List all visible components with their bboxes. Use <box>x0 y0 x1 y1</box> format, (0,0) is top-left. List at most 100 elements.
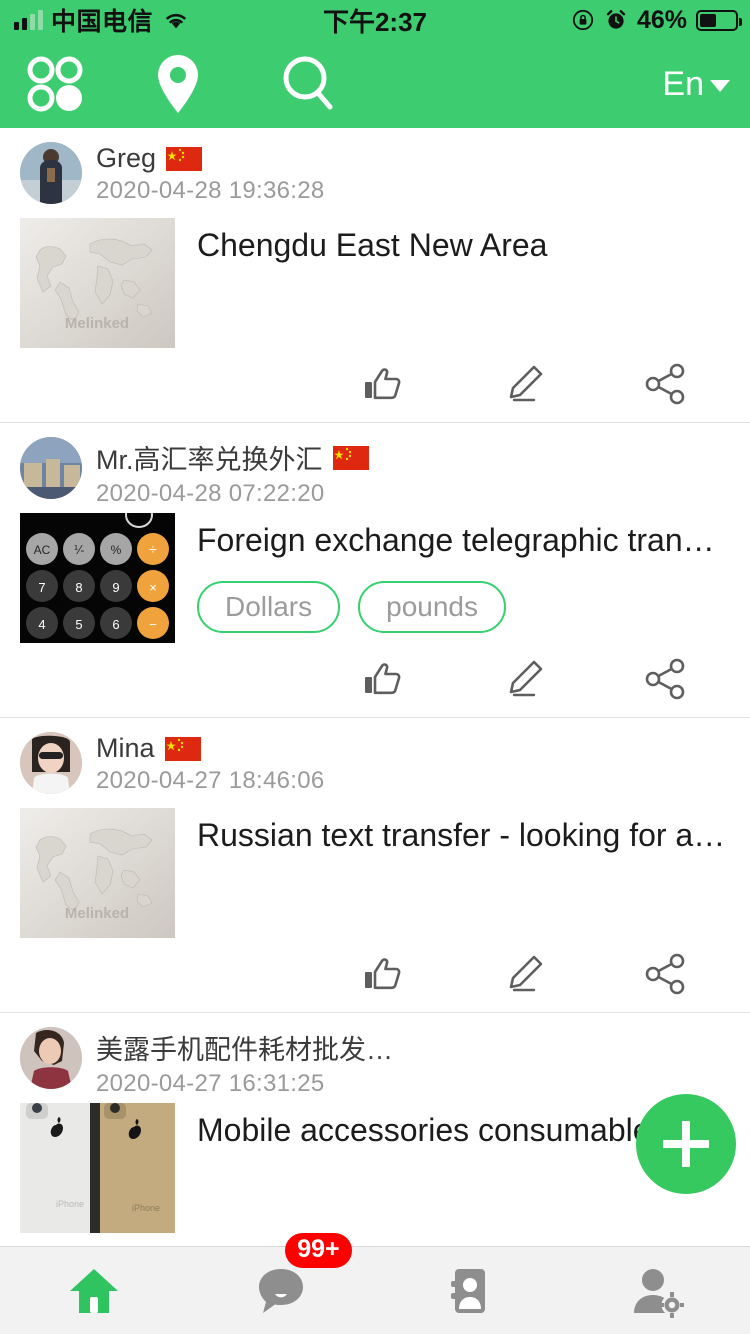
post-author-block: Greg 2020-04-28 19:36:28 <box>96 142 325 205</box>
tab-profile[interactable] <box>563 1247 750 1334</box>
post-title[interactable]: Chengdu East New Area <box>197 226 730 264</box>
share-button[interactable] <box>644 657 688 701</box>
svg-text:4: 4 <box>38 617 45 632</box>
china-flag-icon <box>164 736 201 761</box>
chat-bubble-icon <box>259 1268 304 1313</box>
edit-button[interactable] <box>502 362 546 406</box>
post-actions <box>20 657 730 701</box>
language-label: En <box>662 64 704 103</box>
avatar[interactable] <box>20 732 82 794</box>
post-tag[interactable]: Dollars <box>197 581 341 634</box>
user-settings-icon <box>634 1268 685 1318</box>
post-author-block: Mr.高汇率兑换外汇 2020-04-28 07:22:20 <box>96 437 369 508</box>
author-name: 美露手机配件耗材批发… <box>96 1035 393 1065</box>
edit-button[interactable] <box>502 952 546 996</box>
avatar[interactable] <box>20 142 82 204</box>
messages-badge: 99+ <box>285 1233 352 1268</box>
svg-text:AC: AC <box>34 543 51 557</box>
svg-text:9: 9 <box>112 580 119 595</box>
china-flag-icon <box>166 146 203 171</box>
thumbnail-caption: Melinked <box>65 905 129 922</box>
post-timestamp: 2020-04-28 19:36:28 <box>96 177 325 204</box>
author-name-row: 美露手机配件耗材批发… <box>96 1028 393 1067</box>
like-button[interactable] <box>360 657 404 701</box>
post-header: Mina 2020-04-27 18:46:06 <box>20 732 730 798</box>
post-actions <box>20 362 730 406</box>
share-button[interactable] <box>644 362 688 406</box>
battery-percent-label: 46% <box>636 5 687 34</box>
svg-text:%: % <box>111 543 122 557</box>
status-bar: 中国电信 下午2:37 46% <box>0 0 750 40</box>
svg-text:÷: ÷ <box>149 541 157 557</box>
post-tag[interactable]: pounds <box>358 581 507 634</box>
post-header: Mr.高汇率兑换外汇 2020-04-28 07:22:20 <box>20 437 730 507</box>
svg-text:7: 7 <box>38 580 45 595</box>
battery-icon <box>696 9 742 31</box>
post-thumbnail[interactable]: Melinked <box>20 218 175 348</box>
tab-home[interactable] <box>0 1247 188 1334</box>
china-flag-icon <box>332 445 369 470</box>
plus-icon <box>663 1121 709 1167</box>
author-name: Mr.高汇率兑换外汇 <box>96 445 323 475</box>
author-name: Mina <box>96 733 155 763</box>
thumbnail-caption: Melinked <box>65 315 129 332</box>
post-body: Melinked Russian text transfer - looking… <box>20 808 730 938</box>
post-timestamp: 2020-04-27 16:31:25 <box>96 1070 325 1097</box>
svg-text:8: 8 <box>75 580 82 595</box>
like-button[interactable] <box>360 362 404 406</box>
contact-card-icon <box>450 1268 485 1313</box>
feed-post[interactable]: Mr.高汇率兑换外汇 2020-04-28 07:22:20 AC ⅟- % ÷… <box>0 423 750 718</box>
post-feed-list[interactable]: Greg 2020-04-28 19:36:28 Melinked Chengd… <box>0 128 750 1246</box>
share-button[interactable] <box>644 952 688 996</box>
alarm-icon <box>606 10 626 29</box>
post-header: 美露手机配件耗材批发… 2020-04-27 16:31:25 <box>20 1027 730 1097</box>
post-thumbnail[interactable]: Melinked <box>20 808 175 938</box>
rotation-lock-icon <box>572 9 594 31</box>
home-icon <box>69 1268 118 1313</box>
post-header: Greg 2020-04-28 19:36:28 <box>20 142 730 208</box>
tab-messages[interactable]: 99+ <box>188 1233 376 1334</box>
post-main: Chengdu East New Area <box>197 218 730 348</box>
post-body: AC ⅟- % ÷ 7 8 9 × 4 5 6 − Foreign exchan… <box>20 513 730 643</box>
feed-post[interactable]: Mina 2020-04-27 18:46:06 Melinked Russia… <box>0 718 750 1013</box>
svg-text:5: 5 <box>75 617 82 632</box>
author-name: Greg <box>96 143 157 173</box>
tab-contacts[interactable] <box>375 1247 563 1334</box>
post-author-block: Mina 2020-04-27 18:46:06 <box>96 732 325 795</box>
avatar[interactable] <box>20 1027 82 1089</box>
edit-button[interactable] <box>502 657 546 701</box>
post-body: iPhone iPhone Mobile accessories consuma… <box>20 1103 730 1233</box>
language-selector[interactable]: En <box>662 65 730 104</box>
post-author-block: 美露手机配件耗材批发… 2020-04-27 16:31:25 <box>96 1027 393 1098</box>
post-title[interactable]: Foreign exchange telegraphic trans… <box>197 521 730 559</box>
author-name-row: Mr.高汇率兑换外汇 <box>96 438 369 477</box>
app-root: 中国电信 下午2:37 46% En Greg 2020-04-28 19:36… <box>0 0 750 1334</box>
like-button[interactable] <box>360 952 404 996</box>
svg-text:iPhone: iPhone <box>56 1199 84 1209</box>
post-main: Russian text transfer - looking for a… <box>197 808 730 938</box>
avatar[interactable] <box>20 437 82 499</box>
svg-text:⅟-: ⅟- <box>74 543 85 557</box>
post-thumbnail[interactable]: AC ⅟- % ÷ 7 8 9 × 4 5 6 − <box>20 513 175 643</box>
svg-text:iPhone: iPhone <box>132 1203 160 1213</box>
chevron-down-icon <box>710 80 730 92</box>
create-post-fab[interactable] <box>636 1094 736 1194</box>
location-pin-icon[interactable] <box>152 52 204 116</box>
svg-text:6: 6 <box>112 617 119 632</box>
post-timestamp: 2020-04-27 18:46:06 <box>96 767 325 794</box>
post-title[interactable]: Russian text transfer - looking for a… <box>197 816 730 854</box>
feed-post[interactable]: Greg 2020-04-28 19:36:28 Melinked Chengd… <box>0 128 750 423</box>
post-main: Foreign exchange telegraphic trans… Doll… <box>197 513 730 643</box>
post-thumbnail[interactable]: iPhone iPhone <box>20 1103 175 1233</box>
author-name-row: Mina <box>96 733 325 764</box>
post-timestamp: 2020-04-28 07:22:20 <box>96 480 325 507</box>
bottom-tab-bar: 99+ <box>0 1233 750 1334</box>
post-actions <box>20 952 730 996</box>
post-body: Melinked Chengdu East New Area <box>20 218 730 348</box>
search-icon[interactable] <box>280 53 338 115</box>
svg-text:×: × <box>149 580 157 595</box>
grid-four-circles-icon[interactable] <box>24 53 86 115</box>
top-navigation-bar: En <box>0 40 750 128</box>
author-name-row: Greg <box>96 143 325 174</box>
svg-text:−: − <box>149 617 157 632</box>
